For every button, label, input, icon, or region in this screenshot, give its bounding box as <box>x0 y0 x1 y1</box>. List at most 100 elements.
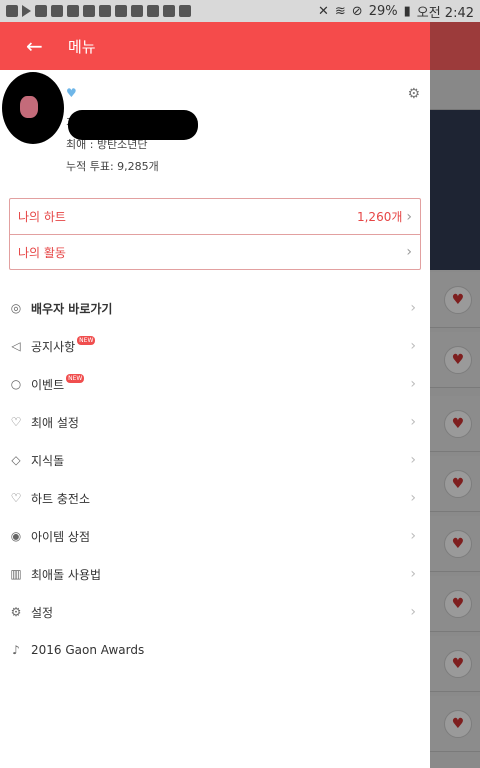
menu-list: ◎ 배우자 바로가기 › ◁ 공지사항 NEW › ○ 이벤트 NEW › ♡ 최애… <box>0 289 430 669</box>
background-list-row[interactable]: ♥ <box>430 576 480 632</box>
chevron-right-icon: › <box>406 244 412 260</box>
chevron-right-icon: › <box>410 490 416 506</box>
chevron-right-icon: › <box>410 338 416 354</box>
background-list-row[interactable]: ♥ <box>430 396 480 452</box>
heart-icon[interactable]: ♥ <box>444 346 472 374</box>
app-notification-icon <box>131 5 143 17</box>
chevron-right-icon: › <box>410 300 416 316</box>
profile-name-row: ♥ <box>66 86 430 100</box>
play-icon <box>22 5 31 17</box>
chevron-right-icon: › <box>410 376 416 392</box>
menu-item-settings[interactable]: ⚙ 설정 › <box>0 593 430 631</box>
heart-icon[interactable]: ♥ <box>444 590 472 618</box>
menu-item-label: 2016 Gaon Awards <box>31 643 145 657</box>
profile-section: ♥ 가입일: 2018. 1. 8. 최애 : 방탄소년단 누적 투표: 9,2… <box>0 70 430 198</box>
menu-item-favorite-setting[interactable]: ♡ 최애 설정 › <box>0 403 430 441</box>
new-badge: NEW <box>66 373 85 383</box>
new-badge: NEW <box>77 335 96 345</box>
menu-item-label: 공지사항 <box>31 339 76 354</box>
menu-item-notice[interactable]: ◁ 공지사항 NEW › <box>0 327 430 365</box>
battery-percent: 29% <box>368 3 398 19</box>
menu-item-label: 하트 충전소 <box>31 491 91 506</box>
level-heart-icon: ♥ <box>66 86 77 100</box>
menu-item-label: 최애 설정 <box>31 415 79 430</box>
settings-gear-icon: ⚙ <box>10 605 22 619</box>
avatar-photo <box>20 96 38 118</box>
background-list-row[interactable]: ♥ <box>430 516 480 572</box>
menu-item-item-shop[interactable]: ◉ 아이템 상점 › <box>0 517 430 555</box>
drawer-header: ← 메뉴 <box>0 22 430 70</box>
avatar[interactable] <box>2 72 64 144</box>
clock: 오전 2:42 <box>416 5 474 21</box>
heart-icon[interactable]: ♥ <box>444 410 472 438</box>
heart-icon[interactable]: ♥ <box>444 530 472 558</box>
medal-icon: ◉ <box>10 529 22 543</box>
battery-icon: ▮ <box>403 3 411 19</box>
app-notification-icon <box>99 5 111 17</box>
my-info-box: 나의 하트 1,260개 › 나의 활동 › <box>9 198 421 270</box>
my-activity-label: 나의 활동 <box>18 245 66 260</box>
background-list-row[interactable]: ♥ <box>430 696 480 752</box>
total-votes: 누적 투표: 9,285개 <box>66 160 159 173</box>
chevron-right-icon: › <box>410 452 416 468</box>
gear-icon[interactable]: ⚙ <box>407 86 420 102</box>
chevron-right-icon: › <box>410 604 416 620</box>
heart-outline-icon: ♡ <box>10 415 22 429</box>
app-notification-icon <box>83 5 95 17</box>
rings-icon: ◎ <box>10 301 22 315</box>
chevron-right-icon: › <box>406 208 412 225</box>
menu-item-label: 설정 <box>31 605 54 620</box>
background-header <box>430 22 480 70</box>
menu-item-spouse[interactable]: ◎ 배우자 바로가기 › <box>0 289 430 327</box>
app-notification-icon <box>35 5 47 17</box>
my-hearts-label: 나의 하트 <box>18 210 66 224</box>
menu-item-label: 배우자 바로가기 <box>31 301 113 316</box>
my-activity-row[interactable]: 나의 활동 › <box>10 234 420 269</box>
menu-item-label: 지식돌 <box>31 453 65 468</box>
balloon-icon: ○ <box>10 377 22 391</box>
my-hearts-value: 1,260개 <box>356 210 403 224</box>
chevron-right-icon: › <box>410 528 416 544</box>
download-icon <box>179 5 191 17</box>
background-list-row[interactable]: ♥ <box>430 636 480 692</box>
chevron-right-icon: › <box>410 414 416 430</box>
menu-item-event[interactable]: ○ 이벤트 NEW › <box>0 365 430 403</box>
app-notification-icon <box>6 5 18 17</box>
menu-item-label: 최애돌 사용법 <box>31 567 102 582</box>
chevron-right-icon: › <box>410 566 416 582</box>
background-list-row[interactable]: ♥ <box>430 332 480 388</box>
status-bar: ✕ ≋ ⊘ 29% ▮ 오전 2:42 <box>0 0 480 22</box>
my-hearts-row[interactable]: 나의 하트 1,260개 › <box>10 199 420 234</box>
heart-icon[interactable]: ♥ <box>444 710 472 738</box>
background-list-row[interactable]: ♥ <box>430 272 480 328</box>
menu-item-guide[interactable]: ▥ 최애돌 사용법 › <box>0 555 430 593</box>
heart-icon[interactable]: ♥ <box>444 286 472 314</box>
map-guide-icon: ▥ <box>10 567 22 581</box>
redacted-name <box>68 110 198 140</box>
drawer-title: 메뉴 <box>68 37 96 56</box>
back-arrow-icon[interactable]: ← <box>26 36 50 56</box>
mute-icon: ✕ <box>317 3 329 19</box>
app-notification-icon <box>51 5 63 17</box>
background-banner <box>430 110 480 270</box>
app-notification-icon <box>147 5 159 17</box>
heart-charge-icon: ♡ <box>10 491 22 505</box>
navigation-drawer: ← 메뉴 ♥ 가입일: 2018. 1. 8. 최애 : 방탄소년단 누적 투표… <box>0 22 430 768</box>
menu-item-label: 이벤트 <box>31 377 65 392</box>
notification-icons <box>6 5 318 17</box>
wifi-icon: ≋ <box>334 3 346 19</box>
menu-item-label: 아이템 상점 <box>31 529 91 544</box>
megaphone-icon: ◁ <box>11 339 21 353</box>
app-notification-icon <box>163 5 175 17</box>
music-note-icon: ♪ <box>12 643 20 657</box>
menu-item-heart-charge[interactable]: ♡ 하트 충전소 › <box>0 479 430 517</box>
app-notification-icon <box>67 5 79 17</box>
heart-icon[interactable]: ♥ <box>444 650 472 678</box>
menu-item-quiz[interactable]: ◇ 지식돌 › <box>0 441 430 479</box>
heart-icon[interactable]: ♥ <box>444 470 472 498</box>
graduation-cap-icon: ◇ <box>11 453 21 467</box>
menu-item-gaon-awards[interactable]: ♪ 2016 Gaon Awards › <box>0 631 430 669</box>
background-subbar <box>430 70 480 110</box>
no-sign-icon: ⊘ <box>351 3 363 19</box>
background-list-row[interactable]: ♥ <box>430 456 480 512</box>
